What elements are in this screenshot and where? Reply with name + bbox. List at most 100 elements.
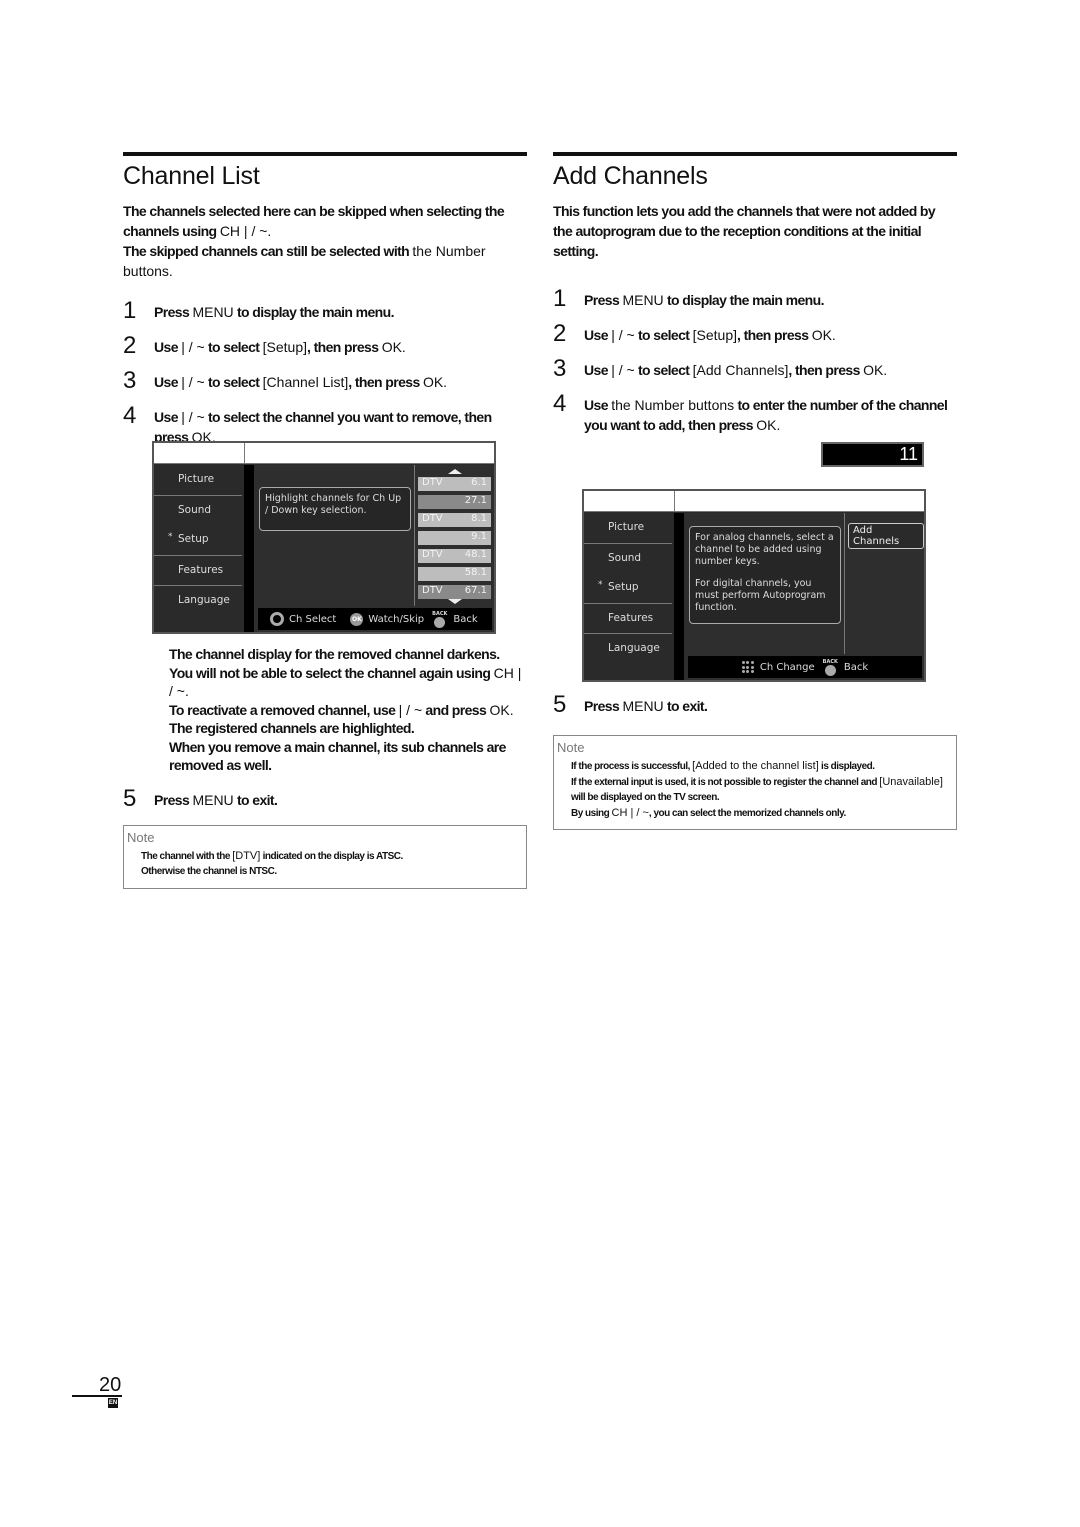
nav-label: Picture bbox=[178, 473, 215, 485]
add-channels-section: Add Channels This function lets you add … bbox=[553, 152, 957, 446]
plain-text: OK. bbox=[863, 362, 888, 378]
step-text: Press MENU to exit. bbox=[584, 693, 708, 716]
note-line: If the process is successful, [Added to … bbox=[571, 759, 953, 775]
channel-row[interactable]: DTV 67.1 bbox=[418, 585, 491, 599]
step-text: Use | / ~ to select [Setup], then press … bbox=[154, 334, 406, 357]
channel-type: DTV bbox=[422, 513, 443, 524]
channel-row[interactable]: DTV 48.1 bbox=[418, 549, 491, 563]
step-text: Press MENU to display the main menu. bbox=[154, 299, 394, 322]
note-lines: If the process is successful, [Added to … bbox=[557, 759, 953, 821]
bold-text: to select bbox=[634, 362, 693, 378]
sub-note-item: You will not be able to select the chann… bbox=[169, 664, 527, 701]
ok-button-icon: OK bbox=[350, 612, 364, 626]
menu-nav-item-setup[interactable]: * Setup bbox=[154, 525, 242, 556]
menu-nav-item-picture[interactable]: Picture bbox=[584, 513, 672, 544]
bold-text: The channel with the bbox=[141, 850, 233, 862]
menu-nav-item-language[interactable]: Language bbox=[584, 634, 672, 664]
step-item: 5 Press MENU to exit. bbox=[553, 693, 957, 717]
bold-text: Press bbox=[154, 304, 193, 320]
menu-nav-item-sound[interactable]: Sound bbox=[154, 496, 242, 526]
channel-number: 8.1 bbox=[471, 513, 487, 524]
help-message-digital: For digital channels, you must perform A… bbox=[695, 578, 826, 613]
menu-footer: Ch Change BACK Back bbox=[688, 656, 922, 678]
step-number: 4 bbox=[553, 390, 567, 417]
note-line: By using CH | / ~, you can select the me… bbox=[571, 806, 953, 822]
plain-text: [Unavailable] bbox=[879, 775, 943, 788]
intro-line: The skipped channels can still be select… bbox=[123, 241, 527, 281]
back-button-icon: BACK bbox=[432, 611, 447, 628]
note-lines: The channel with the [DTV] indicated on … bbox=[127, 849, 523, 880]
step-item: 5 Press MENU to exit. bbox=[123, 784, 527, 812]
plain-text: MENU bbox=[622, 292, 664, 308]
back-dot bbox=[824, 664, 836, 676]
step-item: 3 Use | / ~ to select [Channel List], the… bbox=[123, 369, 527, 393]
language-tag: EN bbox=[108, 1398, 118, 1408]
bold-text: When you remove a main channel, its sub … bbox=[169, 738, 506, 774]
tv-menu-add-channels: Picture Sound * Setup Features Language F… bbox=[582, 489, 926, 682]
intro-line: The channels selected here can be skippe… bbox=[123, 201, 527, 241]
step-text: Use | / ~ to select [Add Channels], then… bbox=[584, 357, 887, 380]
menu-nav-item-picture[interactable]: Picture bbox=[154, 465, 242, 496]
channel-row[interactable]: DTV 6.1 bbox=[418, 477, 491, 491]
step-text: Use the Number buttons to enter the numb… bbox=[584, 392, 957, 435]
plain-text: OK. bbox=[489, 701, 514, 718]
plain-text: CH | / ~ bbox=[611, 806, 649, 819]
bold-text: The registered channels are highlighted. bbox=[169, 720, 415, 736]
plain-text: [DTV] bbox=[232, 849, 261, 862]
section-title: Add Channels bbox=[553, 162, 708, 190]
bold-text: to display the main menu. bbox=[233, 304, 395, 320]
plain-text: | / ~ bbox=[181, 339, 205, 355]
tv-menu-channel-list: Picture Sound * Setup Features Language H… bbox=[152, 441, 496, 634]
menu-content: For analog channels, select a channel to… bbox=[684, 513, 924, 680]
footer-watch-skip: Watch/Skip bbox=[368, 613, 425, 625]
bold-text: to exit. bbox=[663, 698, 708, 714]
plain-text: MENU bbox=[192, 304, 234, 320]
bold-text: You will not be able to select the chann… bbox=[169, 664, 494, 681]
menu-nav-item-features[interactable]: Features bbox=[584, 604, 672, 634]
bold-text: If the process is successful, bbox=[571, 761, 693, 772]
scroll-up-icon[interactable] bbox=[448, 469, 462, 474]
divider bbox=[674, 491, 675, 511]
step-item: 3 Use | / ~ to select [Add Channels], the… bbox=[553, 357, 957, 381]
step-5: 5 Press MENU to exit. bbox=[123, 784, 527, 812]
channel-row[interactable]: DTV 8.1 bbox=[418, 513, 491, 527]
back-button-icon: BACK bbox=[823, 659, 838, 676]
menu-nav-item-sound[interactable]: Sound bbox=[584, 544, 672, 574]
list-divider bbox=[844, 513, 845, 654]
step-text: Use | / ~ to select [Setup], then press … bbox=[584, 322, 836, 345]
intro-bold: The skipped channels can still be select… bbox=[123, 243, 413, 259]
bold-text: indicated on the display is ATSC. bbox=[260, 850, 404, 862]
bold-text: Use bbox=[584, 327, 612, 343]
step-text: Press MENU to display the main menu. bbox=[584, 287, 824, 310]
plain-text: OK. bbox=[756, 417, 781, 433]
add-channels-button[interactable]: Add Channels bbox=[848, 523, 924, 549]
bold-text: to exit. bbox=[233, 791, 278, 808]
step-text: Use | / ~ to select [Channel List], then… bbox=[154, 369, 447, 392]
nav-label: Features bbox=[608, 611, 654, 624]
scroll-down-icon[interactable] bbox=[448, 599, 462, 604]
intro-plain: CH | / ~. bbox=[219, 223, 272, 239]
plain-text: | / ~ bbox=[611, 362, 635, 378]
help-message-analog: For analog channels, select a channel to… bbox=[695, 532, 834, 567]
step-item: 2 Use | / ~ to select [Setup], then press… bbox=[553, 322, 957, 346]
plain-text: [Add Channels] bbox=[692, 362, 789, 378]
channel-row[interactable]: 27.1 bbox=[418, 495, 491, 509]
step-number: 3 bbox=[553, 355, 567, 382]
sub-note-item: The channel display for the removed chan… bbox=[169, 645, 527, 664]
menu-header-bar bbox=[584, 491, 924, 512]
back-icon-label: BACK bbox=[822, 658, 838, 665]
bold-text: is displayed. bbox=[818, 761, 875, 772]
step-number: 5 bbox=[123, 784, 137, 812]
channel-row[interactable]: 58.1 bbox=[418, 567, 491, 581]
menu-nav-item-features[interactable]: Features bbox=[154, 556, 242, 586]
channel-row[interactable]: 9.1 bbox=[418, 531, 491, 545]
nav-label: Setup bbox=[178, 533, 209, 545]
menu-nav-item-setup[interactable]: * Setup bbox=[584, 573, 672, 604]
nav-label: Setup bbox=[608, 581, 639, 593]
step-item: 2 Use | / ~ to select [Setup], then press… bbox=[123, 334, 527, 358]
bold-text: , then press bbox=[307, 339, 382, 355]
menu-nav-item-language[interactable]: Language bbox=[154, 586, 242, 616]
note-title: Note bbox=[127, 829, 155, 845]
channel-type: DTV bbox=[422, 549, 443, 560]
nav-label: Language bbox=[608, 642, 660, 654]
